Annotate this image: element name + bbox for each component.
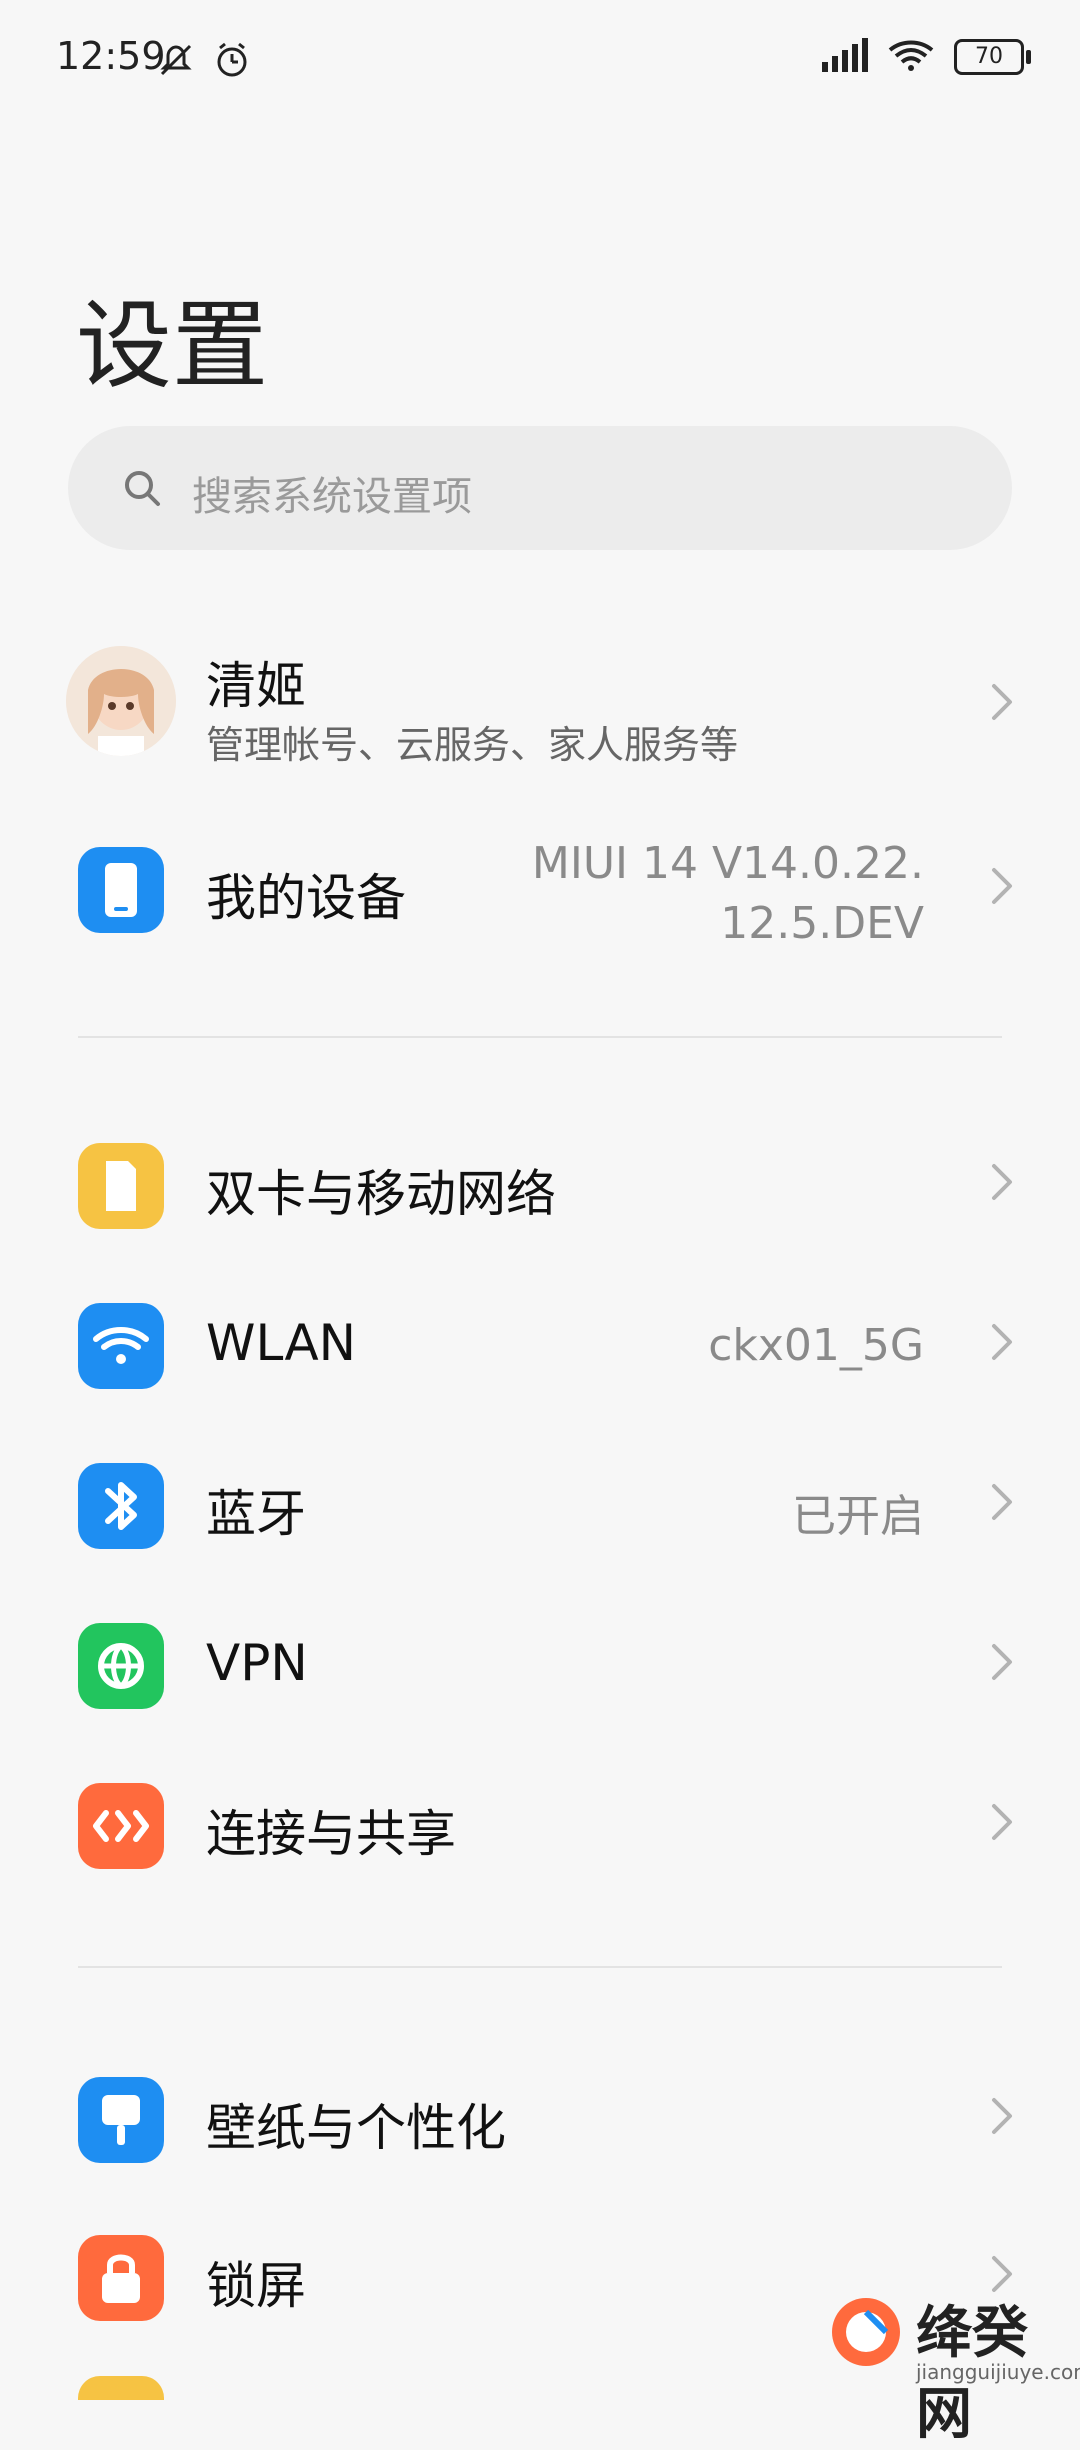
watermark-logo-icon (826, 2292, 906, 2376)
device-value-line2: 12.5.DEV (720, 898, 924, 949)
row-wlan[interactable]: WLAN ckx01_5G (0, 1278, 1080, 1408)
device-value: MIUI 14 V14.0.22. 12.5.DEV (464, 834, 924, 954)
chevron-right-icon (990, 682, 1014, 726)
row-value: ckx01_5G (708, 1320, 924, 1371)
signal-icon (820, 38, 868, 76)
row-value: 已开启 (792, 1491, 924, 1542)
mute-icon (154, 38, 198, 86)
sim-card-icon (78, 1143, 164, 1229)
avatar (66, 646, 176, 756)
status-bar: 12:59 70 (0, 0, 1080, 120)
wifi-icon (78, 1303, 164, 1389)
chevron-right-icon (990, 866, 1014, 910)
status-right: 70 (820, 38, 1031, 76)
account-subtitle: 管理帐号、云服务、家人服务等 (206, 723, 739, 767)
paint-icon (78, 2077, 164, 2163)
row-label: VPN (206, 1634, 308, 1692)
row-wallpaper[interactable]: 壁纸与个性化 (0, 2052, 1080, 2182)
share-icon (78, 1783, 164, 1869)
watermark-subtext: jiangguijiuye.com (916, 2360, 1080, 2384)
watermark: 绛癸网 jiangguijiuye.com (820, 2280, 1080, 2447)
bluetooth-icon (78, 1463, 164, 1549)
battery-indicator: 70 (954, 39, 1031, 75)
page-title: 设置 (76, 290, 268, 402)
row-label: 双卡与移动网络 (206, 1165, 556, 1223)
device-value-line1: MIUI 14 V14.0.22. (531, 838, 924, 889)
divider (78, 1036, 1002, 1038)
chevron-right-icon (990, 1802, 1014, 1846)
chevron-right-icon (990, 1482, 1014, 1526)
alarm-icon (210, 38, 254, 86)
row-connection-share[interactable]: 连接与共享 (0, 1758, 1080, 1888)
row-label: 壁纸与个性化 (206, 2099, 506, 2157)
row-vpn[interactable]: VPN (0, 1598, 1080, 1728)
row-label: 锁屏 (206, 2257, 306, 2315)
row-label: 蓝牙 (206, 1485, 306, 1543)
chevron-right-icon (990, 1642, 1014, 1686)
account-name: 清姬 (206, 657, 306, 715)
chevron-right-icon (990, 1162, 1014, 1206)
row-label: 连接与共享 (206, 1805, 456, 1863)
wifi-icon (888, 38, 934, 76)
search-placeholder: 搜索系统设置项 (192, 474, 472, 520)
device-icon (78, 847, 164, 933)
search-box[interactable]: 搜索系统设置项 (68, 426, 1012, 550)
search-icon (120, 466, 164, 514)
globe-icon (78, 1623, 164, 1709)
row-bluetooth[interactable]: 蓝牙 已开启 (0, 1438, 1080, 1568)
battery-level: 70 (975, 44, 1003, 69)
my-device-row[interactable]: 我的设备 MIUI 14 V14.0.22. 12.5.DEV (0, 822, 1080, 952)
next-item-icon-partial (78, 2376, 164, 2400)
device-label: 我的设备 (206, 869, 406, 927)
chevron-right-icon (990, 2096, 1014, 2140)
row-label: WLAN (206, 1314, 357, 1372)
row-dual-sim[interactable]: 双卡与移动网络 (0, 1118, 1080, 1248)
divider (78, 1966, 1002, 1968)
status-time: 12:59 (56, 34, 166, 78)
lock-icon (78, 2235, 164, 2321)
chevron-right-icon (990, 1322, 1014, 1366)
